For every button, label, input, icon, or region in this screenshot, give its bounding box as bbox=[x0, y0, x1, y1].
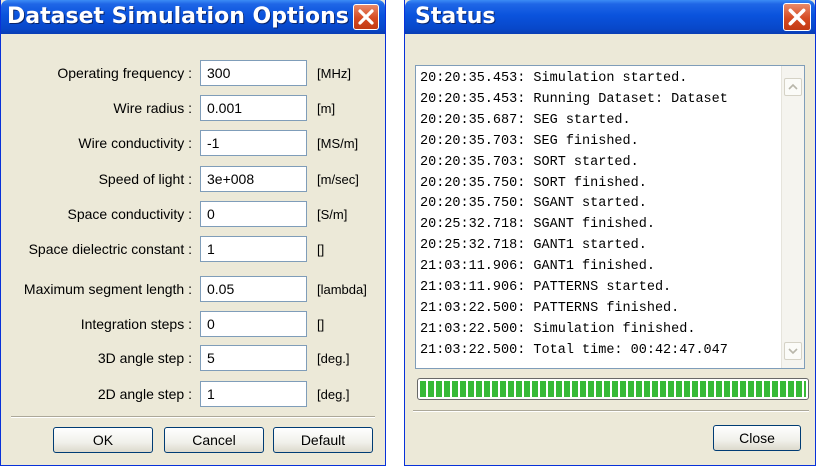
simulation-progress-bar bbox=[417, 378, 809, 400]
log-line: 20:20:35.453: Simulation started. bbox=[420, 71, 688, 86]
status-close-x-button[interactable] bbox=[783, 3, 811, 31]
log-line: 20:20:35.703: SORT started. bbox=[420, 154, 639, 170]
field-label: Space conductivity : bbox=[67, 206, 192, 222]
field-unit: [m/sec] bbox=[317, 172, 359, 187]
progress-bar-fill bbox=[420, 381, 806, 397]
field-unit: [S/m] bbox=[317, 207, 348, 222]
log-line: 20:25:32.718: GANT1 started. bbox=[420, 238, 647, 254]
scroll-down-icon bbox=[788, 348, 798, 355]
log-line: 21:03:22.500: Total time: 00:42:47.047 bbox=[420, 342, 728, 358]
field-unit: [deg.] bbox=[317, 387, 350, 402]
options-dialog: Dataset Simulation Options Operating fre… bbox=[0, 0, 386, 466]
field-label: Wire conductivity : bbox=[78, 135, 192, 151]
field-label: Space dielectric constant : bbox=[28, 241, 192, 257]
options-dialog-title: Dataset Simulation Options bbox=[7, 4, 349, 29]
log-line: 21:03:22.500: Simulation finished. bbox=[420, 321, 696, 337]
log-line: 20:20:35.750: SGANT started. bbox=[420, 196, 647, 212]
options-separator bbox=[11, 416, 375, 418]
field-input[interactable]: 1 bbox=[200, 236, 307, 262]
options-close-button[interactable] bbox=[353, 4, 379, 30]
status-separator bbox=[413, 410, 809, 412]
field-unit: [] bbox=[317, 317, 325, 332]
scroll-up-icon bbox=[788, 83, 798, 90]
field-input[interactable]: 300 bbox=[200, 60, 307, 86]
close-button[interactable]: Close bbox=[713, 425, 801, 451]
field-input[interactable]: 3e+008 bbox=[200, 166, 307, 192]
log-line: 20:20:35.687: SEG started. bbox=[420, 112, 631, 128]
field-label: 2D angle step : bbox=[97, 386, 192, 402]
log-line: 21:03:11.906: PATTERNS started. bbox=[420, 280, 672, 295]
field-label: Integration steps : bbox=[80, 316, 192, 332]
default-button[interactable]: Default bbox=[273, 427, 373, 453]
log-scrollbar[interactable] bbox=[781, 66, 804, 368]
field-label: Speed of light : bbox=[98, 171, 192, 187]
status-dialog: Status 20:20:35.453: Simulation started.… bbox=[404, 0, 816, 466]
field-input[interactable]: 5 bbox=[200, 345, 307, 371]
ok-button[interactable]: OK bbox=[53, 427, 153, 453]
field-input[interactable]: 0.05 bbox=[200, 276, 307, 302]
log-line: 21:03:11.906: GANT1 finished. bbox=[420, 259, 655, 275]
field-input[interactable]: 0 bbox=[200, 201, 307, 227]
field-label: Wire radius : bbox=[113, 100, 192, 116]
status-log[interactable]: 20:20:35.453: Simulation started. 20:20:3… bbox=[415, 65, 805, 369]
log-line: 20:20:35.453: Running Dataset: Dataset bbox=[420, 91, 728, 107]
log-line: 20:25:32.718: SGANT finished. bbox=[420, 217, 655, 233]
scroll-up-button[interactable] bbox=[784, 78, 802, 96]
field-unit: [deg.] bbox=[317, 351, 350, 366]
field-input[interactable]: -1 bbox=[200, 130, 307, 156]
close-icon bbox=[788, 8, 806, 26]
field-input[interactable]: 0 bbox=[200, 311, 307, 337]
field-label: Maximum segment length : bbox=[23, 281, 192, 297]
log-line: 20:20:35.703: SEG finished. bbox=[420, 133, 639, 149]
field-unit: [MHz] bbox=[317, 66, 351, 81]
options-titlebar[interactable]: Dataset Simulation Options bbox=[1, 0, 385, 34]
field-label: Operating frequency : bbox=[57, 65, 192, 81]
cancel-button[interactable]: Cancel bbox=[164, 427, 264, 453]
field-label: 3D angle step : bbox=[97, 350, 192, 366]
field-unit: [lambda] bbox=[317, 282, 367, 297]
field-unit: [m] bbox=[317, 101, 336, 116]
status-dialog-title: Status bbox=[415, 4, 496, 29]
field-input[interactable]: 0.001 bbox=[200, 95, 307, 121]
field-unit: [] bbox=[317, 242, 325, 257]
log-line: 21:03:22.500: PATTERNS finished. bbox=[420, 300, 680, 316]
field-unit: [MS/m] bbox=[317, 136, 359, 151]
close-icon bbox=[358, 9, 374, 25]
status-titlebar[interactable]: Status bbox=[405, 0, 815, 34]
log-line: 20:20:35.750: SORT finished. bbox=[420, 175, 647, 191]
field-input[interactable]: 1 bbox=[200, 381, 307, 407]
scroll-down-button[interactable] bbox=[784, 342, 802, 360]
